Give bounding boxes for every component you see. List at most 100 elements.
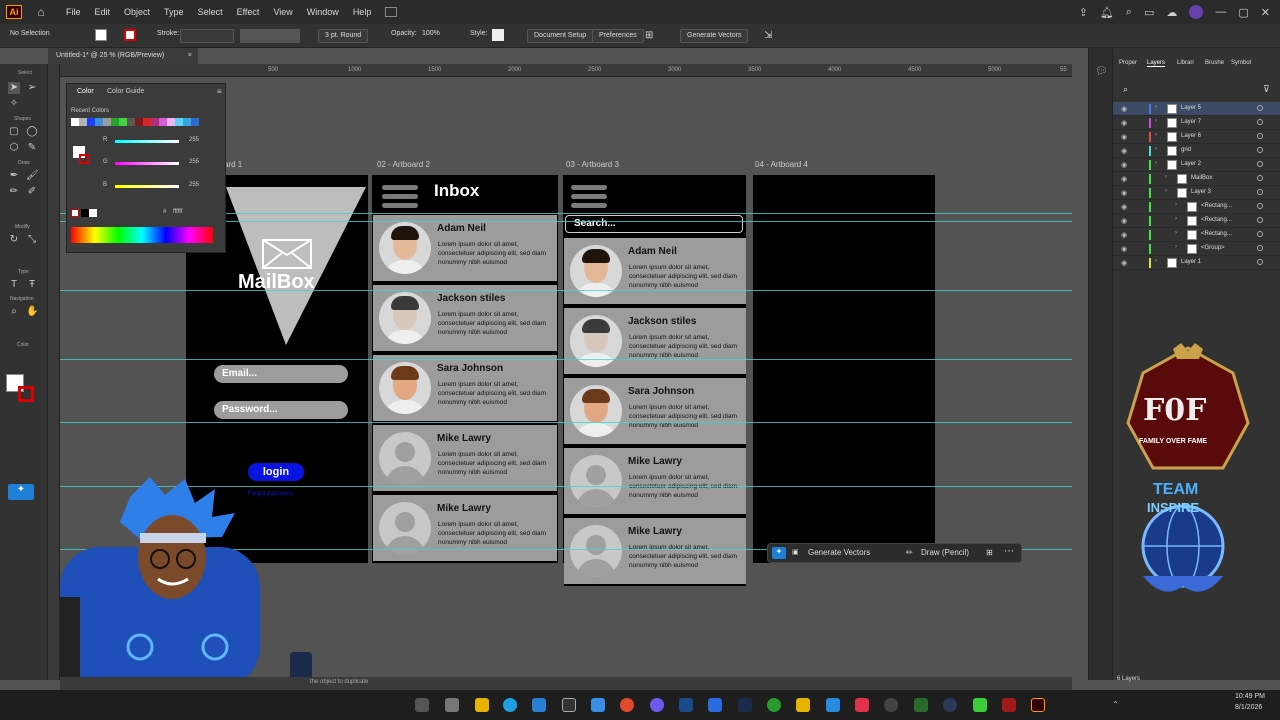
app-icon[interactable] (708, 698, 722, 712)
recent-color-swatch[interactable] (95, 118, 103, 126)
target-circle-icon[interactable] (1257, 231, 1263, 237)
xbox-icon[interactable] (767, 698, 781, 712)
artboard-3-label[interactable]: 03 - Artboard 3 (566, 160, 619, 169)
layer-row[interactable]: ◉ › <Rectang... (1113, 228, 1280, 242)
menu-window[interactable]: Window (307, 7, 339, 17)
tray-chevron-icon[interactable]: ⌃ (1112, 700, 1119, 709)
terminal-icon[interactable] (914, 698, 928, 712)
stroke-color-box[interactable] (18, 386, 34, 402)
expand-chevron-icon[interactable]: › (1155, 132, 1157, 138)
layer-name[interactable]: <Rectang... (1201, 217, 1232, 223)
recent-color-swatch[interactable] (167, 118, 175, 126)
layer-search-icon[interactable]: ⌕ (1123, 84, 1128, 95)
obs-icon[interactable] (943, 698, 957, 712)
menu-edit[interactable]: Edit (95, 7, 111, 17)
menu-hamburger-icon[interactable] (382, 185, 418, 212)
guide-line[interactable] (60, 422, 1072, 423)
tab-properties[interactable]: Proper (1119, 60, 1137, 66)
color-spectrum[interactable] (71, 227, 213, 243)
epic-games-icon[interactable] (562, 698, 576, 712)
menu-file[interactable]: File (66, 7, 81, 17)
context-options-icon[interactable]: ⊞ (986, 548, 993, 557)
guide-line[interactable] (60, 290, 1072, 291)
recent-color-swatch[interactable] (111, 118, 119, 126)
artboard-4-label[interactable]: 04 - Artboard 4 (755, 160, 808, 169)
clock-time[interactable]: 10:49 PM (1235, 693, 1265, 700)
comments-icon[interactable]: 💬︎ (1095, 66, 1108, 77)
visibility-eye-icon[interactable]: ◉ (1121, 147, 1127, 155)
share-icon[interactable]: ⇪ (1079, 6, 1088, 19)
layer-filter-icon[interactable]: ⊽ (1263, 84, 1270, 95)
style-swatch[interactable] (492, 29, 504, 41)
layer-name[interactable]: Layer 6 (1181, 133, 1201, 139)
artboard-2-label[interactable]: 02 - Artboard 2 (377, 160, 430, 169)
contact-row[interactable]: Mike Lawry Lorem ipsum dolor sit amet, co… (373, 425, 557, 493)
target-circle-icon[interactable] (1257, 161, 1263, 167)
layer-name[interactable]: MailBox (1191, 175, 1212, 181)
layer-name[interactable]: Layer 2 (1181, 161, 1201, 167)
b-slider[interactable] (115, 185, 179, 188)
document-tab[interactable]: Untitled-1* @ 25 % (RGB/Preview) × (48, 48, 198, 64)
close-tab-icon[interactable]: × (188, 48, 192, 64)
tab-symbols[interactable]: Symbol (1231, 60, 1251, 66)
menu-type[interactable]: Type (164, 7, 184, 17)
recent-color-swatch[interactable] (119, 118, 127, 126)
direct-selection-tool-icon[interactable]: ➢ (26, 82, 38, 94)
magic-wand-tool-icon[interactable]: ✧ (8, 98, 20, 110)
steam-icon[interactable] (738, 698, 752, 712)
hand-tool-icon[interactable]: ✋ (26, 306, 38, 318)
preferences-button[interactable]: Preferences (592, 29, 644, 43)
layer-row[interactable]: ◉ › grid (1113, 144, 1280, 158)
minimize-icon[interactable]: — (1215, 6, 1226, 18)
password-field[interactable]: Password... (214, 401, 348, 419)
recent-color-swatch[interactable] (103, 118, 111, 126)
expand-chevron-icon[interactable]: › (1165, 174, 1167, 180)
lightroom-icon[interactable] (679, 698, 693, 712)
document-setup-button[interactable]: Document Setup (527, 29, 594, 43)
target-circle-icon[interactable] (1257, 119, 1263, 125)
visibility-eye-icon[interactable]: ◉ (1121, 203, 1127, 211)
g-value[interactable]: 255 (189, 159, 199, 165)
artboard-4[interactable] (753, 175, 935, 563)
visibility-eye-icon[interactable]: ◉ (1121, 161, 1127, 169)
visibility-eye-icon[interactable]: ◉ (1121, 175, 1127, 183)
rockstar-icon[interactable] (796, 698, 810, 712)
notifications-icon[interactable]: 🔔︎ (1100, 6, 1114, 19)
visibility-eye-icon[interactable]: ◉ (1121, 189, 1127, 197)
visibility-eye-icon[interactable]: ◉ (1121, 259, 1127, 267)
expand-chevron-icon[interactable]: › (1155, 160, 1157, 166)
layer-name[interactable]: <Rectang... (1201, 203, 1232, 209)
app-icon[interactable] (884, 698, 898, 712)
pin-icon[interactable]: ⇲ (764, 30, 772, 41)
user-avatar[interactable] (1189, 5, 1204, 19)
pencil-tool-icon[interactable]: ✏ (8, 186, 20, 198)
recent-color-swatch[interactable] (183, 118, 191, 126)
expand-chevron-icon[interactable]: › (1175, 244, 1177, 250)
rectangle-tool-icon[interactable]: ▢ (8, 126, 20, 138)
menu-select[interactable]: Select (198, 7, 223, 17)
edge-icon[interactable] (503, 698, 517, 712)
artboard-1-label[interactable]: ard 1 (224, 160, 242, 169)
target-circle-icon[interactable] (1257, 175, 1263, 181)
layer-row[interactable]: ◉ › Layer 5 (1113, 102, 1280, 116)
more-options-icon[interactable]: ⋯ (1004, 546, 1014, 557)
illustrator-taskbar-icon[interactable] (1031, 698, 1045, 712)
layer-row[interactable]: ◉ › Layer 1 (1113, 256, 1280, 270)
recent-color-swatch[interactable] (143, 118, 151, 126)
context-draw-button[interactable]: Draw (Pencil) (921, 548, 969, 557)
b-value[interactable]: 255 (189, 182, 199, 188)
contact-row[interactable]: Mike Lawry Lorem ipsum dolor sit amet, co… (373, 495, 557, 563)
layer-row[interactable]: ◉ › Layer 3 (1113, 186, 1280, 200)
tab-libraries[interactable]: Librari (1177, 60, 1194, 66)
target-circle-icon[interactable] (1257, 203, 1263, 209)
pen-tool-icon[interactable]: ✒ (8, 170, 20, 182)
contact-row[interactable]: Jackson stiles Lorem ipsum dolor sit amet… (373, 285, 557, 353)
g-slider[interactable] (115, 162, 179, 165)
tab-layers[interactable]: Layers (1147, 60, 1166, 67)
layer-name[interactable]: grid (1181, 147, 1191, 153)
menu-view[interactable]: View (273, 7, 292, 17)
brush-definition[interactable]: 3 pt. Round (318, 29, 369, 43)
clock-date[interactable]: 8/1/2026 (1235, 704, 1262, 711)
shaper-tool-icon[interactable]: ✎ (26, 142, 38, 154)
target-circle-icon[interactable] (1257, 147, 1263, 153)
